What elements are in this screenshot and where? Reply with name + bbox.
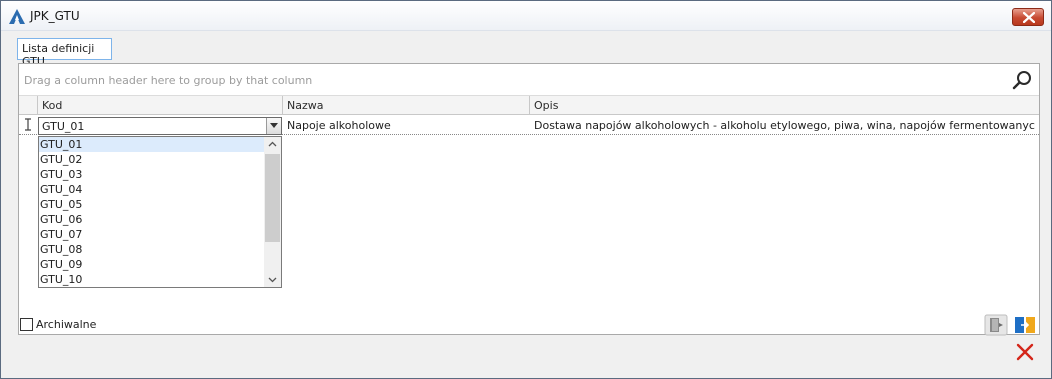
row-indicator-header: [19, 96, 38, 115]
edit-cursor-icon: [25, 118, 31, 131]
kod-dropdown-list[interactable]: GTU_01 GTU_02 GTU_03 GTU_04 GTU_05 GTU_0…: [38, 136, 282, 288]
scrollbar-thumb[interactable]: [265, 154, 280, 242]
archiwalne-checkbox[interactable]: [20, 318, 33, 331]
close-icon: [1023, 12, 1035, 23]
cell-nazwa: Napoje alkoholowe: [287, 119, 391, 132]
dropdown-option-gtu-10[interactable]: GTU_10: [39, 272, 264, 287]
dropdown-option-gtu-01[interactable]: GTU_01: [39, 137, 264, 152]
chevron-up-icon[interactable]: [264, 137, 281, 152]
search-icon[interactable]: [1011, 70, 1033, 92]
exit-door-icon[interactable]: [984, 314, 1008, 336]
kod-combobox[interactable]: GTU_01: [38, 117, 282, 135]
window-content: Lista definicji GTU Drag a column header…: [1, 31, 1051, 378]
dropdown-scrollbar[interactable]: [264, 137, 281, 287]
archiwalne-label: Archiwalne: [36, 318, 97, 331]
dropdown-option-gtu-02[interactable]: GTU_02: [39, 152, 264, 167]
cell-opis: Dostawa napojów alkoholowych - alkoholu …: [534, 119, 1036, 132]
export-icon[interactable]: [1013, 314, 1037, 336]
dropdown-option-gtu-03[interactable]: GTU_03: [39, 167, 264, 182]
chevron-down-icon[interactable]: [264, 272, 281, 287]
dropdown-option-gtu-05[interactable]: GTU_05: [39, 197, 264, 212]
kod-combobox-value: GTU_01: [42, 120, 85, 133]
group-by-hint: Drag a column header here to group by th…: [24, 74, 313, 87]
column-header-kod[interactable]: Kod: [38, 96, 283, 115]
chevron-down-icon: [270, 123, 278, 128]
window-close-button[interactable]: [1012, 8, 1044, 26]
title-bar: JPK_GTU: [1, 1, 1051, 31]
dropdown-option-gtu-09[interactable]: GTU_09: [39, 257, 264, 272]
dropdown-option-gtu-08[interactable]: GTU_08: [39, 242, 264, 257]
dropdown-option-gtu-04[interactable]: GTU_04: [39, 182, 264, 197]
gtu-grid: Drag a column header here to group by th…: [18, 63, 1040, 335]
kod-combobox-dropdown-button[interactable]: [266, 118, 281, 134]
dropdown-option-gtu-06[interactable]: GTU_06: [39, 212, 264, 227]
column-header-opis[interactable]: Opis: [530, 96, 1039, 115]
dropdown-option-gtu-07[interactable]: GTU_07: [39, 227, 264, 242]
cancel-x-icon[interactable]: [1013, 341, 1037, 363]
jpk-gtu-window: JPK_GTU Lista definicji GTU Drag a colum…: [0, 0, 1052, 379]
window-title: JPK_GTU: [30, 9, 80, 23]
column-header-nazwa[interactable]: Nazwa: [283, 96, 530, 115]
tab-lista-definicji-gtu[interactable]: Lista definicji GTU: [17, 38, 112, 68]
app-logo-icon: [9, 9, 25, 24]
group-by-panel[interactable]: Drag a column header here to group by th…: [19, 64, 1039, 96]
